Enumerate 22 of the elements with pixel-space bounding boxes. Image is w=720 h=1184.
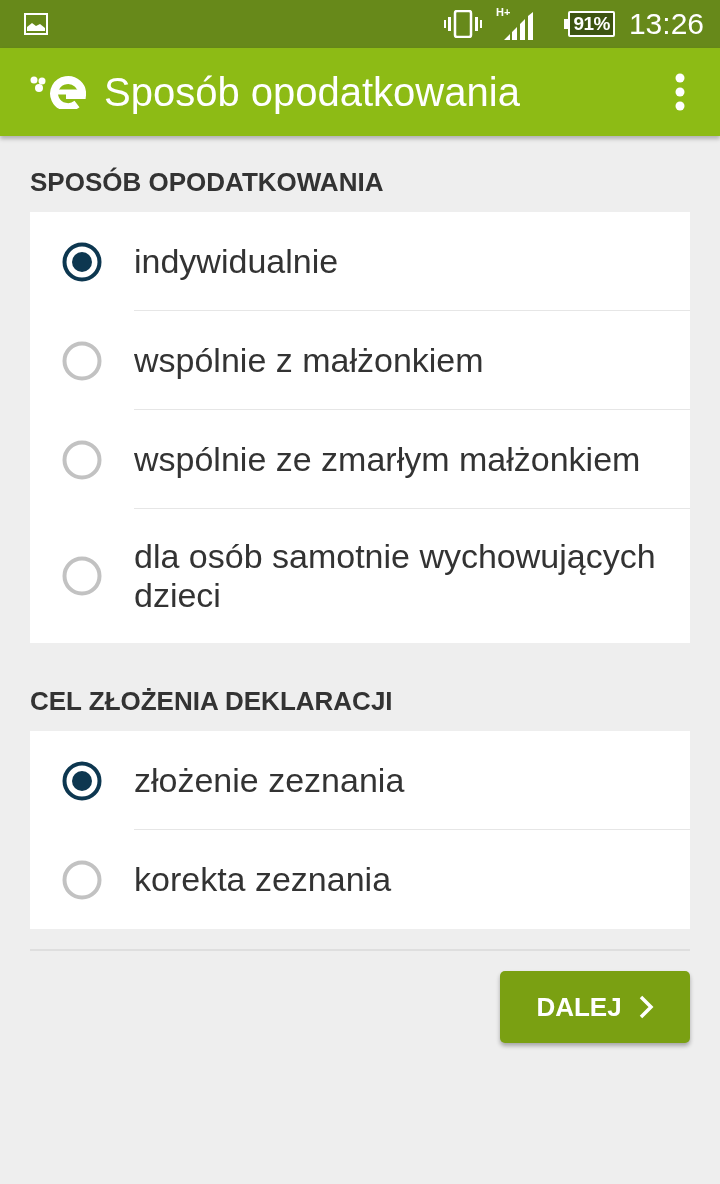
option-label[interactable]: złożenie zeznania (134, 760, 405, 800)
option-label[interactable]: dla osób samotnie wychowujących dzieci (134, 537, 680, 615)
radio-unselected-icon[interactable] (62, 859, 102, 900)
clock-time: 13:26 (628, 7, 704, 41)
network-type-label: H+ (496, 7, 511, 18)
chevron-right-icon (637, 994, 654, 1020)
battery-indicator: 91% (564, 11, 615, 37)
radio-unselected-icon[interactable] (62, 340, 102, 381)
section-heading: CEL ZŁOŻENIA DEKLARACJI (29, 685, 394, 718)
radio-unselected-icon[interactable] (62, 556, 102, 596)
radio-unselected-icon[interactable] (62, 439, 102, 480)
screen-title: Sposób opodatkowania (104, 69, 521, 115)
radio-selected-icon[interactable] (62, 241, 102, 282)
radio-selected-icon[interactable] (62, 760, 102, 801)
option-label[interactable]: wspólnie ze zmarłym małżonkiem (134, 439, 641, 479)
option-label[interactable]: wspólnie z małżonkiem (134, 340, 484, 380)
option-label[interactable]: indywidualnie (134, 241, 339, 281)
section-heading: SPOSÓB OPODATKOWANIA (29, 166, 385, 199)
image-icon (24, 13, 48, 35)
option-label[interactable]: korekta zeznania (134, 860, 392, 899)
vibrate-icon (444, 10, 482, 38)
logo-icon (30, 75, 86, 109)
